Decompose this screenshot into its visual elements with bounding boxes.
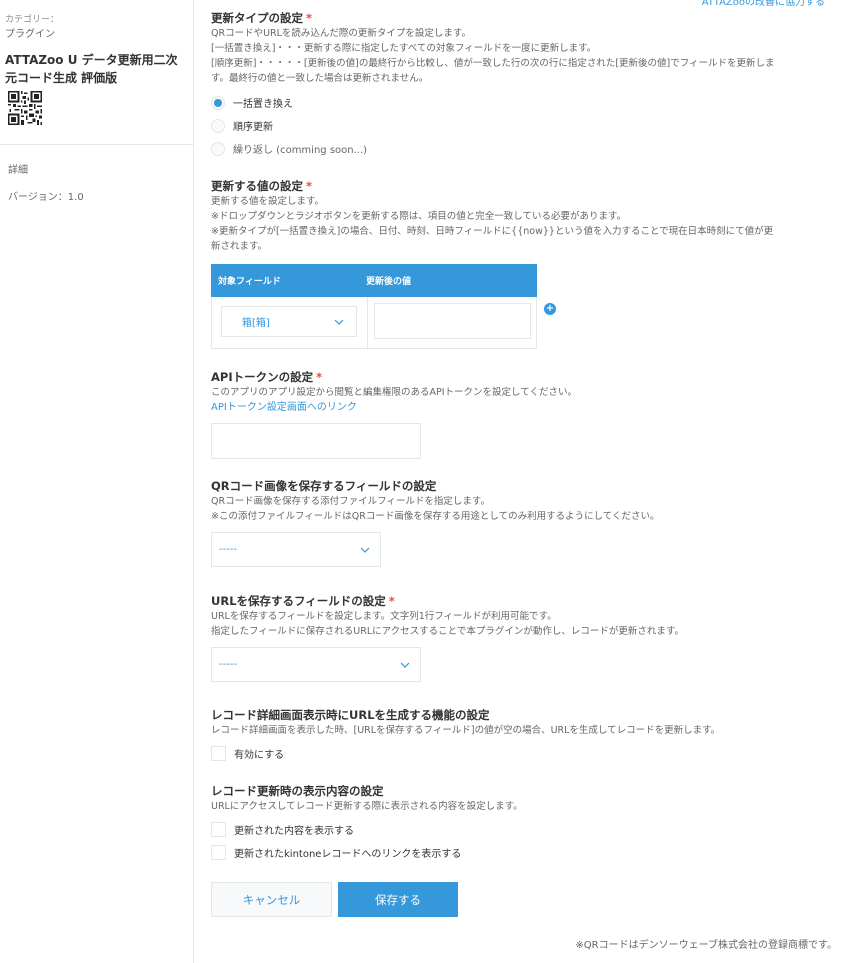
radio-button[interactable]	[211, 141, 225, 156]
section-title: URLを保存するフィールドの設定 *	[211, 593, 684, 609]
desc-line: QRコードやURLを読み込んだ際の更新タイプを設定します。	[211, 28, 471, 39]
desc-line: QRコード画像を保存する添付ファイルフィールドを指定します。	[211, 496, 490, 507]
record-detail-section: レコード詳細画面表示時にURLを生成する機能の設定 レコード詳細画面を表示した時…	[211, 707, 720, 765]
checkbox-label: 更新された内容を表示する	[234, 826, 354, 837]
sidebar: カテゴリー： プラグイン ATTAZoo U データ更新用二次元コード生成 評価…	[0, 0, 194, 963]
section-title: APIトークンの設定 *	[211, 369, 577, 385]
chevron-down-icon	[334, 319, 344, 325]
qr-code-icon	[8, 91, 42, 125]
api-token-section: APIトークンの設定 * このアプリのアプリ設定から閲覧と編集権限のあるAPIトー…	[211, 369, 577, 459]
api-token-settings-link[interactable]: APIトークン設定画面へのリンク	[211, 400, 577, 415]
sidebar-version: バージョン：1.0	[8, 192, 84, 203]
section-title: 更新タイプの設定 *	[211, 10, 841, 26]
qr-field-section: QRコード画像を保存するフィールドの設定 QRコード画像を保存する添付ファイルフ…	[211, 478, 660, 567]
update-value-section: 更新する値の設定 * 更新する値を設定します。 ※ドロップダウンとラジオボタンを更…	[211, 178, 841, 254]
select-value: -----	[219, 659, 238, 670]
radio-label: 繰り返し (comming soon...)	[233, 145, 368, 156]
update-type-section: 更新タイプの設定 * QRコードやURLを読み込んだ際の更新タイプを設定します。 …	[211, 10, 841, 160]
section-desc: QRコードやURLを読み込んだ際の更新タイプを設定します。 [一括置き換え]・・…	[211, 26, 841, 86]
desc-line: 新されます。	[211, 241, 268, 252]
radio-label: 順序更新	[233, 122, 273, 133]
section-desc: このアプリのアプリ設定から閲覧と編集権限のあるAPIトークンを設定してください。	[211, 387, 577, 398]
section-desc: URLにアクセスしてレコード更新する際に表示される内容を設定します。	[211, 801, 523, 812]
update-value-title: 更新する値の設定	[211, 179, 303, 193]
col-target-field: 対象フィールド	[218, 277, 281, 287]
checkbox-label: 有効にする	[234, 750, 285, 761]
api-token-title: APIトークンの設定	[211, 370, 314, 384]
qr-field-select[interactable]: -----	[211, 532, 381, 567]
enable-checkbox-row[interactable]: 有効にする	[211, 742, 720, 765]
chevron-down-icon	[360, 547, 370, 553]
field-cell: 箱[箱]	[212, 297, 368, 348]
target-field-select[interactable]: 箱[箱]	[221, 306, 357, 337]
record-update-section: レコード更新時の表示内容の設定 URLにアクセスしてレコード更新する際に表示され…	[211, 783, 523, 864]
save-button[interactable]: 保存する	[338, 882, 458, 917]
add-row-button[interactable]: +	[544, 303, 556, 315]
show-updated-content-row[interactable]: 更新された内容を表示する	[211, 818, 523, 841]
desc-line: す。最終行の値と一致した場合は更新されません。	[211, 73, 429, 84]
required-mark: *	[388, 594, 395, 608]
url-field-section: URLを保存するフィールドの設定 * URLを保存するフィールドを設定します。文字…	[211, 593, 684, 682]
qr-field-title: QRコード画像を保存するフィールドの設定	[211, 479, 437, 493]
desc-line: URLを保存するフィールドを設定します。文字列1行フィールドが利用可能です。	[211, 611, 557, 622]
sidebar-divider	[0, 144, 193, 145]
trademark-note: ※QRコードはデンソーウェーブ株式会社の登録商標です。	[575, 940, 837, 951]
checkbox-label: 更新されたkintoneレコードへのリンクを表示する	[234, 849, 462, 860]
improvement-link[interactable]: ATTAZooの改善に協力する	[702, 0, 825, 8]
section-desc: レコード詳細画面を表示した時、[URLを保存するフィールド]の値が空の場合、UR…	[211, 725, 721, 736]
radio-button[interactable]	[211, 118, 225, 133]
update-value-table: 対象フィールド 更新後の値 箱[箱]	[211, 264, 537, 349]
desc-line: ※ドロップダウンとラジオボタンを更新する際は、項目の値と完全一致している必要があ…	[211, 211, 627, 222]
desc-line: [順序更新]・・・・・[更新後の値]の最終行から比較し、値が一致した行の次の行に…	[211, 58, 775, 69]
value-cell	[368, 297, 536, 348]
show-record-link-checkbox[interactable]	[211, 845, 226, 860]
radio-bulk-replace[interactable]: 一括置き換え	[211, 91, 841, 114]
desc-line: ※更新タイプが[一括置き換え]の場合、日付、時刻、日時フィールドに{{now}}…	[211, 226, 774, 237]
desc-line: ※この添付ファイルフィールドはQRコード画像を保存する用途としてのみ利用するよう…	[211, 511, 660, 522]
required-mark: *	[316, 370, 323, 384]
table-header: 対象フィールド 更新後の値	[211, 264, 537, 297]
new-value-input[interactable]	[373, 303, 531, 339]
enable-checkbox[interactable]	[211, 746, 226, 761]
record-detail-title: レコード詳細画面表示時にURLを生成する機能の設定	[211, 708, 490, 722]
section-desc: URLを保存するフィールドを設定します。文字列1行フィールドが利用可能です。 指…	[211, 609, 684, 639]
show-record-link-row[interactable]: 更新されたkintoneレコードへのリンクを表示する	[211, 841, 523, 864]
radio-label: 一括置き換え	[233, 99, 293, 110]
update-type-title: 更新タイプの設定	[211, 11, 303, 25]
desc-line: [一括置き換え]・・・更新する際に指定したすべての対象フィールドを一度に更新しま…	[211, 43, 597, 54]
section-title: 更新する値の設定 *	[211, 178, 841, 194]
section-desc: QRコード画像を保存する添付ファイルフィールドを指定します。 ※この添付ファイル…	[211, 494, 660, 524]
required-mark: *	[306, 179, 313, 193]
radio-button[interactable]	[211, 95, 225, 110]
radio-repeat[interactable]: 繰り返し (comming soon...)	[211, 137, 841, 160]
section-desc: 更新する値を設定します。 ※ドロップダウンとラジオボタンを更新する際は、項目の値…	[211, 194, 841, 254]
url-field-title: URLを保存するフィールドの設定	[211, 594, 386, 608]
chevron-down-icon	[400, 662, 410, 668]
record-update-title: レコード更新時の表示内容の設定	[211, 784, 384, 798]
radio-sequential[interactable]: 順序更新	[211, 114, 841, 137]
desc-line: 指定したフィールドに保存されるURLにアクセスすることで本プラグインが動作し、レ…	[211, 626, 684, 637]
show-updated-content-checkbox[interactable]	[211, 822, 226, 837]
plugin-title: ATTAZoo U データ更新用二次元コード生成 評価版	[5, 53, 178, 85]
api-token-input[interactable]	[211, 423, 421, 459]
col-new-value: 更新後の値	[366, 277, 412, 287]
table-row: 箱[箱]	[211, 297, 537, 349]
select-value: -----	[219, 544, 238, 555]
category-value: プラグイン	[5, 29, 55, 40]
cancel-button[interactable]: キャンセル	[211, 882, 332, 917]
select-value: 箱[箱]	[242, 318, 270, 329]
sidebar-detail-link[interactable]: 詳細	[8, 161, 28, 176]
required-mark: *	[306, 11, 313, 25]
category-label: カテゴリー：	[5, 15, 60, 25]
url-field-select[interactable]: -----	[211, 647, 421, 682]
desc-line: 更新する値を設定します。	[211, 196, 325, 207]
